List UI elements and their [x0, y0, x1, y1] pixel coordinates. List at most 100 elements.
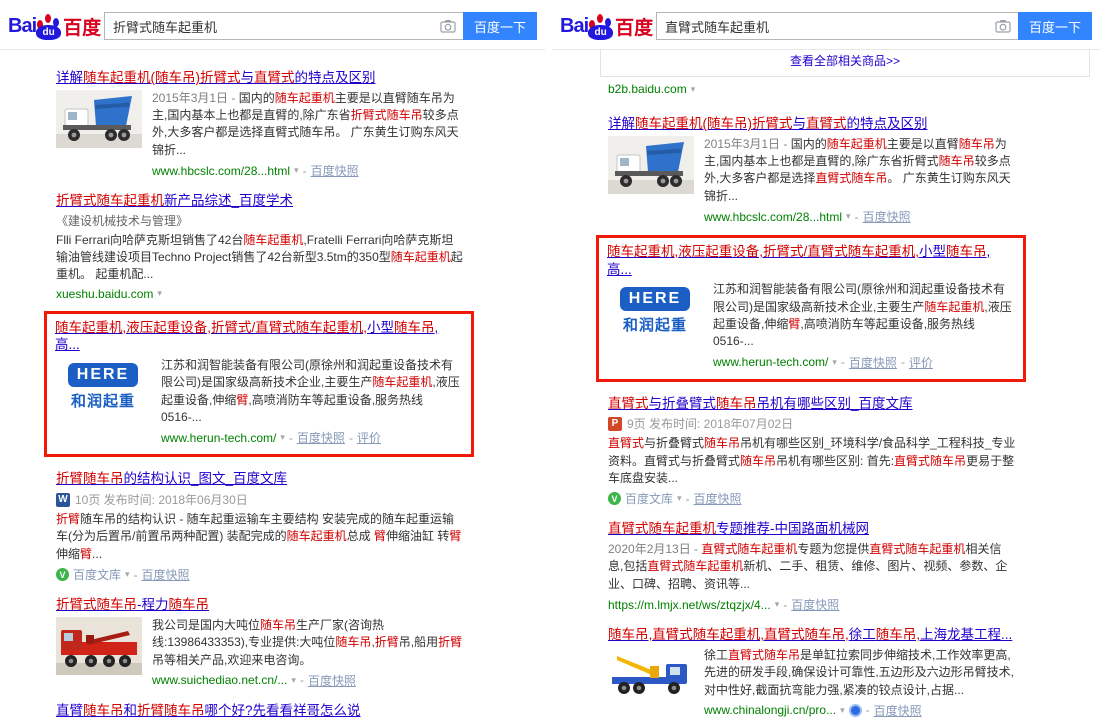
search-button[interactable]: 百度一下 [463, 12, 537, 40]
baidu-snapshot-link[interactable]: 百度快照 [863, 208, 911, 225]
baidu-snapshot-link[interactable]: 百度快照 [791, 596, 839, 613]
text-segment: ... [92, 547, 102, 561]
result-title-link[interactable]: 随车吊,直臂式随车起重机,直臂式随车吊,徐工随车吊,上海龙基工程... [608, 626, 1016, 644]
text-segment: 随车吊 [260, 618, 296, 632]
view-all-related-products-link[interactable]: 查看全部相关商品>> [790, 54, 900, 68]
search-input[interactable] [656, 12, 1018, 40]
result-title-link[interactable]: 直臂式随车起重机专题推荐-中国路面机械网 [608, 520, 1016, 538]
text-segment: 我公司是国内大吨位 [152, 618, 260, 632]
related-products-source: b2b.baidu.com ▾ [608, 82, 1100, 96]
text-segment: 随车吊 [169, 597, 210, 612]
text-segment: 随车起重机 [391, 250, 451, 264]
result-url-line: www.suichediao.net.cn/...▾-百度快照 [152, 672, 464, 689]
result-title-link[interactable]: 直臂随车吊和折臂随车吊哪个好?先看看祥哥怎么说 [56, 702, 464, 719]
text-segment: 专题为您提供 [797, 542, 869, 556]
chevron-down-icon[interactable]: ▾ [840, 705, 845, 716]
herun-badge: HERE [620, 287, 690, 311]
result-url[interactable]: xueshu.baidu.com [56, 287, 153, 301]
camera-search-icon[interactable] [995, 19, 1011, 38]
result-title-link[interactable]: 随车起重机,液压起重设备,折臂式/直臂式随车起重机,小型随车吊,高... [55, 319, 463, 354]
text-segment: 2020年2月13日 - [608, 542, 701, 556]
search-result-annotated: 随车起重机,液压起重设备,折臂式/直臂式随车起重机,小型随车吊,高...HERE… [596, 235, 1026, 382]
chevron-down-icon[interactable]: ▾ [677, 493, 682, 504]
result-thumbnail-red-truck[interactable] [56, 617, 142, 689]
separator: - [134, 568, 138, 582]
separator: - [855, 210, 859, 224]
result-url[interactable]: www.herun-tech.com/ [713, 355, 828, 369]
result-url[interactable]: www.chinalongji.cn/pro... [704, 703, 836, 717]
herun-company-logo[interactable]: HERE和润起重 [55, 357, 151, 447]
baidu-logo[interactable]: Bai du 百度 [560, 13, 656, 40]
baidu-logo[interactable]: Bai du 百度 [8, 13, 104, 40]
text-segment: 随车吊 [394, 320, 435, 335]
result-url[interactable]: www.herun-tech.com/ [161, 431, 276, 445]
chevron-down-icon[interactable]: ▾ [775, 599, 780, 610]
chevron-down-icon[interactable]: ▾ [832, 357, 837, 368]
text-segment: 直臂式 [806, 116, 847, 131]
text-segment: 随车起重机 [275, 91, 335, 105]
result-url-line: https://m.lmjx.net/ws/ztqzjx/4...▾-百度快照 [608, 596, 1016, 613]
camera-search-icon[interactable] [440, 19, 456, 38]
review-link[interactable]: 评价 [909, 354, 933, 371]
baidu-snapshot-link[interactable]: 百度快照 [308, 672, 356, 689]
chevron-down-icon[interactable]: ▾ [691, 84, 696, 95]
chevron-down-icon[interactable]: ▾ [294, 165, 299, 176]
text-segment: 随车起重机(随车吊)折臂式 [635, 116, 793, 131]
result-url[interactable]: https://m.lmjx.net/ws/ztqzjx/4... [608, 598, 771, 612]
baidu-snapshot-link[interactable]: 百度快照 [849, 354, 897, 371]
text-segment: 与 [793, 116, 807, 131]
search-button[interactable]: 百度一下 [1018, 12, 1092, 40]
chevron-down-icon[interactable]: ▾ [125, 569, 130, 580]
text-segment: 国内的 [791, 137, 827, 151]
text-segment: 伸缩 [56, 547, 80, 561]
result-snippet: 2015年3月1日 - 国内的随车起重机主要是以直臂随车吊为主,国内基本上也都是… [704, 136, 1016, 206]
baidu-snapshot-link[interactable]: 百度快照 [874, 702, 922, 719]
baidu-snapshot-link[interactable]: 百度快照 [694, 490, 742, 507]
result-title-link[interactable]: 折臂式随车起重机新产品综述_百度学术 [56, 192, 464, 210]
b2b-site-link[interactable]: b2b.baidu.com [608, 82, 687, 96]
separator: - [349, 431, 353, 445]
separator: - [901, 355, 905, 369]
herun-company-logo[interactable]: HERE和润起重 [607, 281, 703, 371]
baidu-snapshot-link[interactable]: 百度快照 [311, 162, 359, 179]
result-url[interactable]: www.hbcslc.com/28...html [152, 164, 290, 178]
result-title-link[interactable]: 详解随车起重机(随车吊)折臂式与直臂式的特点及区别 [608, 115, 1016, 133]
result-title-link[interactable]: 详解随车起重机(随车吊)折臂式与直臂式的特点及区别 [56, 69, 464, 87]
text-segment: 的特点及区别 [295, 70, 376, 85]
results-list-left: 详解随车起重机(随车吊)折臂式与直臂式的特点及区别2015年3月1日 - 国内的… [0, 50, 545, 719]
chevron-down-icon[interactable]: ▾ [157, 288, 162, 299]
result-title-link[interactable]: 直臂式与折叠臂式随车吊吊机有哪些区别_百度文库 [608, 395, 1016, 413]
result-thumbnail-blue-crane-truck[interactable] [608, 647, 694, 719]
result-snippet: 直臂式与折叠臂式随车吊吊机有哪些区别_环境科学/食品科学_工程科技_专业资料。直… [608, 435, 1016, 487]
text-segment: 起重机 [707, 559, 743, 573]
result-thumbnail-blue-skip-truck[interactable] [56, 90, 142, 180]
text-segment: 随车吊,直臂式随车起重机,直臂式随车吊, [608, 627, 849, 642]
search-header: Bai du 百度 百度一下 [0, 0, 545, 50]
text-segment: 直臂式 [608, 436, 644, 450]
result-title-link[interactable]: 随车起重机,液压起重设备,折臂式/直臂式随车起重机,小型随车吊,高... [607, 243, 1015, 278]
search-input[interactable] [104, 12, 463, 40]
text-segment: 随车吊 [704, 436, 740, 450]
result-thumbnail-blue-skip-truck[interactable] [608, 136, 694, 226]
text-segment: 直臂式随车起重机 [701, 542, 797, 556]
result-url-line: www.herun-tech.com/▾-百度快照-评价 [713, 354, 1015, 371]
result-url[interactable]: www.hbcslc.com/28...html [704, 210, 842, 224]
result-title-link[interactable]: 折臂式随车吊-程力随车吊 [56, 596, 464, 614]
search-result: 折臂式随车吊-程力随车吊我公司是国内大吨位随车吊生产厂家(咨询热线:139864… [56, 596, 464, 689]
review-link[interactable]: 评价 [357, 429, 381, 446]
text-segment: 随车起重机(随车吊)折臂式 [83, 70, 241, 85]
result-url[interactable]: www.suichediao.net.cn/... [152, 673, 287, 687]
text-segment: 随车起重机 [924, 300, 984, 314]
chevron-down-icon[interactable]: ▾ [291, 675, 296, 686]
baidu-snapshot-link[interactable]: 百度快照 [142, 566, 190, 583]
baidu-snapshot-link[interactable]: 百度快照 [297, 429, 345, 446]
site-name-link[interactable]: 百度文库 [625, 490, 673, 507]
chevron-down-icon[interactable]: ▾ [280, 432, 285, 443]
site-name-link[interactable]: 百度文库 [73, 566, 121, 583]
baidu-paw-icon: du [588, 13, 614, 40]
result-url-line: xueshu.baidu.com ▾ [56, 287, 464, 301]
text-segment: 哪个好?先看看祥哥怎么说 [205, 703, 361, 718]
result-title-link[interactable]: 折臂随车吊的结构认识_图文_百度文库 [56, 470, 464, 488]
chevron-down-icon[interactable]: ▾ [846, 211, 851, 222]
text-segment: 的结构认识_图文_百度文库 [124, 471, 288, 486]
